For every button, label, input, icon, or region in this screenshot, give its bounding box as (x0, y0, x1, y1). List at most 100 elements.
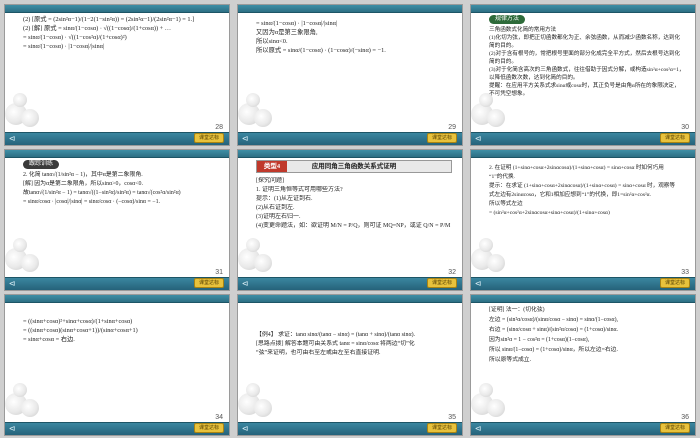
slide-top-bar (238, 5, 462, 13)
content-line: = (sin²α+cos²α+2sinαcosα+sinα+cosα)/(1+s… (489, 210, 610, 216)
slide-badge[interactable]: 课堂达标 (194, 423, 224, 433)
slide-top-bar (238, 295, 462, 303)
slide-number: 31 (215, 269, 223, 276)
slide-top-bar (5, 150, 229, 158)
content-line: (3)证明左右归一. (256, 214, 301, 220)
content-line: 提示：在求证 (1+sinα+cosα+2sinαcosα)/(1+sinα+c… (489, 183, 675, 189)
content-line: 所以原式 = sinα/(1−cosα) · (1−cosα)/(−sinα) … (256, 47, 386, 54)
slide-thumbnail-29[interactable]: = sinα/(1−cosα) · |1−cosα|/|sinα| 又因为α是第… (237, 4, 463, 146)
section-title: 应用同角三角函数关系式证明 (311, 163, 397, 170)
slide-top-bar (5, 5, 229, 13)
content-line: 提示：(1)从左证到右. (256, 196, 313, 202)
content-line: 提醒：在应用平方关系式求sinα或cosα时，其正负号是由角α所在的象限决定，不… (489, 83, 680, 97)
content-line: [探究问题] (256, 178, 284, 184)
slide-content: = sinα/(1−cosα) · |1−cosα|/|sinα| 又因为α是第… (256, 19, 452, 131)
slide-content: 2. 在证明 (1+sinα+cosα+2sinαcosα)/(1+sinα+c… (489, 164, 685, 276)
content-line: 2. 在证明 (1+sinα+cosα+2sinαcosα)/(1+sinα+c… (489, 165, 664, 171)
back-arrow-icon[interactable]: ⊲ (471, 424, 485, 434)
slide-badge[interactable]: 课堂达标 (427, 278, 457, 288)
slide-content: (2) [原式 = (2sin²α−1)/(1−2(1−sin²α)) = (2… (23, 15, 219, 131)
slide-content: 跟踪训练 2. 化简 tanα√(1/sin²α − 1)，其中α是第二象限角.… (23, 160, 219, 276)
slide-thumbnail-33[interactable]: 2. 在证明 (1+sinα+cosα+2sinαcosα)/(1+sinα+c… (470, 149, 696, 291)
slide-badge[interactable]: 课堂达标 (194, 133, 224, 143)
slide-content: 规律方法 三角函数式化简的常用方法 (1)化切为弦，即把正切函数都化为正、余弦函… (489, 15, 685, 131)
slide-number: 30 (681, 124, 689, 131)
slide-badge[interactable]: 课堂达标 (660, 278, 690, 288)
content-line: (4)变更命题法，如：欲证明 M/N = P/Q，则可证 MQ=NP，或证 Q/… (256, 223, 452, 229)
content-line: = ((sinα+cosα)(sinα+cosα+1))/(sinα+cosα+… (23, 327, 138, 334)
slide-top-bar (471, 5, 695, 13)
content-line: 2. 化简 tanα√(1/sin²α − 1)，其中α是第二象限角. (23, 172, 143, 178)
slide-badge[interactable]: 课堂达标 (660, 133, 690, 143)
slide-number: 29 (448, 124, 456, 131)
content-line: 因为sin²α = 1 − cos²α = (1+cosα)(1−cosα), (489, 337, 590, 343)
content-line: 式左边有2sinαcosα，它和1相加应想到“1”的代换，即1=sin²α+co… (489, 192, 652, 198)
back-arrow-icon[interactable]: ⊲ (471, 134, 485, 144)
content-line: 1. 证明三角恒等式可用哪些方法? (256, 187, 343, 193)
slide-number: 28 (215, 124, 223, 131)
content-line: = sinα+cosα = 右边. (23, 336, 75, 343)
section-type-tag: 类型4 (257, 161, 287, 172)
slide-thumbnail-36[interactable]: [证明] 法一：(切化弦) 左边 = (sin²α/cosα)/(sinα/co… (470, 294, 696, 436)
slide-thumbnail-28[interactable]: (2) [原式 = (2sin²α−1)/(1−2(1−sin²α)) = (2… (4, 4, 230, 146)
slide-content: 类型4 应用同角三角函数关系式证明 [探究问题] 1. 证明三角恒等式可用哪些方… (256, 160, 452, 276)
slide-top-bar (238, 150, 462, 158)
slide-thumbnail-34[interactable]: = ((sinα+cosα)²+sinα+cosα)/(1+sinα+cosα)… (4, 294, 230, 436)
back-arrow-icon[interactable]: ⊲ (5, 424, 19, 434)
content-line: 故tanα√(1/sin²α − 1) = tanα√((1−sin²α)/si… (23, 190, 181, 196)
slide-badge[interactable]: 课堂达标 (427, 423, 457, 433)
content-line: (3)对于化简含高次的三角函数式，往往借助于因式分解，或构造sin²α+cos²… (489, 67, 685, 81)
content-line: (1)化切为弦，即把正切函数都化为正、余弦函数，从而减少函数名称，达到化简的目的… (489, 35, 681, 49)
content-line: [解] 因为α是第二象限角，所以sinα>0，cosα<0. (23, 181, 143, 187)
slide-badge[interactable]: 课堂达标 (660, 423, 690, 433)
slide-top-bar (471, 295, 695, 303)
slide-top-bar (471, 150, 695, 158)
slide-badge[interactable]: 课堂达标 (194, 278, 224, 288)
content-line: = sinα/(1−cosα) · √((1−cos²α)/(1+cosα)²) (23, 34, 127, 41)
content-line: (2)对于含有根号的，常把根号里面的部分化成完全平方式，然后去根号达到化简的目的… (489, 51, 681, 65)
section-tag: 跟踪训练 (23, 160, 60, 169)
section-tag: 规律方法 (489, 15, 526, 24)
slide-number: 35 (448, 414, 456, 421)
content-line: = sinα/(1−cosα) · |1−cosα|/|sinα| (256, 20, 338, 27)
slide-content: 【例4】 求证：tanα sinα/(tanα − sinα) = (tanα … (256, 331, 452, 421)
back-arrow-icon[interactable]: ⊲ (238, 279, 252, 289)
slide-thumbnail-31[interactable]: 跟踪训练 2. 化简 tanα√(1/sin²α − 1)，其中α是第二象限角.… (4, 149, 230, 291)
content-line: 左边 = (sin²α/cosα)/(sinα/cosα − sinα) = s… (489, 317, 618, 323)
content-line: (2) [原式 = (2sin²α−1)/(1−2(1−sin²α)) = (2… (23, 16, 195, 23)
content-line: 又因为α是第三象限角, (256, 29, 318, 36)
back-arrow-icon[interactable]: ⊲ (5, 134, 19, 144)
slide-badge[interactable]: 课堂达标 (427, 133, 457, 143)
content-line: [证明] 法一：(切化弦) (489, 307, 545, 313)
content-line: 三角函数式化简的常用方法 (489, 27, 557, 33)
content-line: 所以等式左边 (489, 201, 523, 207)
content-line: “1”的代换. (489, 174, 515, 180)
slide-thumbnail-30[interactable]: 规律方法 三角函数式化简的常用方法 (1)化切为弦，即把正切函数都化为正、余弦函… (470, 4, 696, 146)
slide-number: 33 (681, 269, 689, 276)
content-line: = sinα/(1−cosα) · |1−cosα|/|sinα| (23, 43, 105, 50)
slide-number: 34 (215, 414, 223, 421)
back-arrow-icon[interactable]: ⊲ (238, 134, 252, 144)
content-line: = ((sinα+cosα)²+sinα+cosα)/(1+sinα+cosα) (23, 318, 133, 325)
slide-top-bar (5, 295, 229, 303)
slide-content: [证明] 法一：(切化弦) 左边 = (sin²α/cosα)/(sinα/co… (489, 305, 685, 421)
content-line: (2)从右证到左. (256, 205, 295, 211)
content-line: 所以 sinα/(1−cosα) = (1+cosα)/sinα，所以左边=右边… (489, 347, 618, 353)
slide-content: = ((sinα+cosα)²+sinα+cosα)/(1+sinα+cosα)… (23, 317, 219, 421)
slide-thumbnail-32[interactable]: 类型4 应用同角三角函数关系式证明 [探究问题] 1. 证明三角恒等式可用哪些方… (237, 149, 463, 291)
slide-number: 32 (448, 269, 456, 276)
slide-number: 36 (681, 414, 689, 421)
section-header: 类型4 应用同角三角函数关系式证明 (256, 160, 452, 173)
content-line: 所以sinα<0. (256, 38, 288, 45)
back-arrow-icon[interactable]: ⊲ (238, 424, 252, 434)
back-arrow-icon[interactable]: ⊲ (471, 279, 485, 289)
content-line: 【例4】 求证：tanα sinα/(tanα − sinα) = (tanα … (256, 332, 415, 338)
content-line: “弦”来证明，也可由右至左或由左至右直接证明. (256, 350, 381, 356)
content-line: 右边 = (sinα/cosα + sinα)/(sin²α/cosα) = (… (489, 327, 618, 333)
back-arrow-icon[interactable]: ⊲ (5, 279, 19, 289)
content-line: (2) [解] 原式 = sinα/(1−cosα) · √((1−cosα)/… (23, 25, 172, 32)
content-line: = sinα/cosα · |cosα|/|sinα| = sinα/cosα … (23, 199, 160, 205)
content-line: [思路点拨] 解答本题可由关系式 tanα = sinα/cosα 将两边“切”… (256, 341, 415, 347)
slide-thumbnail-35[interactable]: 【例4】 求证：tanα sinα/(tanα − sinα) = (tanα … (237, 294, 463, 436)
content-line: 所以原等式成立. (489, 357, 532, 363)
